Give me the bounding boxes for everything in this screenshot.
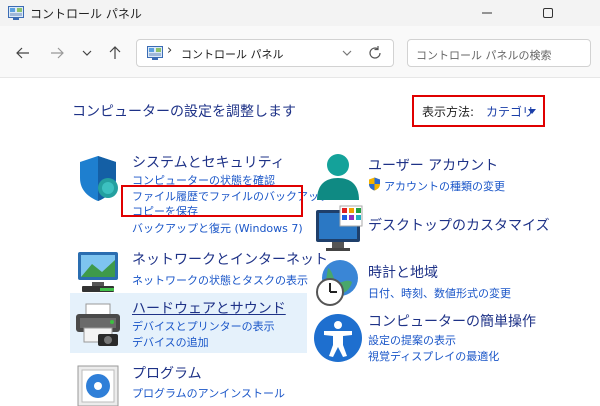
maximize-button[interactable] <box>525 0 571 26</box>
dropdown-caret-icon[interactable] <box>528 109 536 114</box>
navigation-bar: › コントロール パネル コントロール パネルの検索 <box>0 26 600 78</box>
address-bar[interactable]: › コントロール パネル <box>136 39 394 67</box>
chevron-down-icon[interactable] <box>341 47 353 59</box>
control-panel-icon <box>147 46 163 60</box>
programs-title[interactable]: プログラム <box>132 363 202 383</box>
user-accounts-icon[interactable] <box>312 150 364 202</box>
highlight-box <box>121 185 303 217</box>
uninstall-program-link[interactable]: プログラムのアンインストール <box>132 385 285 401</box>
user-accounts-title[interactable]: ユーザー アカウント <box>368 155 498 175</box>
view-by-dropdown[interactable]: カテゴリ <box>486 103 534 120</box>
network-status-link[interactable]: ネットワークの状態とタスクの表示 <box>132 272 308 288</box>
chevron-down-icon <box>82 50 92 56</box>
uac-shield-icon <box>369 177 380 191</box>
add-device-link[interactable]: デバイスの追加 <box>132 334 209 350</box>
arrow-up-icon <box>109 46 121 59</box>
clock-region-icon[interactable] <box>312 256 364 308</box>
control-panel-icon <box>8 6 24 20</box>
clock-region-title[interactable]: 時計と地域 <box>368 262 438 282</box>
change-account-type-link[interactable]: アカウントの種類の変更 <box>384 178 505 194</box>
suggested-settings-link[interactable]: 設定の提案の表示 <box>368 332 456 348</box>
search-input[interactable]: コントロール パネルの検索 <box>407 39 591 67</box>
view-by-control: 表示方法: カテゴリ <box>412 95 545 127</box>
desktop-customize-icon[interactable] <box>312 204 364 256</box>
up-button[interactable] <box>104 42 126 64</box>
forward-button[interactable] <box>46 42 68 64</box>
search-placeholder: コントロール パネルの検索 <box>416 49 552 62</box>
change-date-time-link[interactable]: 日付、時刻、数値形式の変更 <box>368 285 511 301</box>
printer-icon[interactable] <box>72 298 124 350</box>
breadcrumb-control-panel[interactable]: コントロール パネル <box>181 46 284 62</box>
arrow-left-icon <box>16 47 29 59</box>
backup-restore-link[interactable]: バックアップと復元 (Windows 7) <box>132 220 303 236</box>
programs-icon[interactable] <box>72 360 124 406</box>
recent-locations-button[interactable] <box>76 42 98 64</box>
network-internet-title[interactable]: ネットワークとインターネット <box>132 249 328 269</box>
window-title: コントロール パネル <box>30 7 142 21</box>
breadcrumb-separator-icon[interactable]: › <box>167 43 172 58</box>
network-icon[interactable] <box>72 246 124 298</box>
page-title: コンピューターの設定を調整します <box>72 104 296 120</box>
minimize-icon <box>482 12 492 14</box>
system-security-title[interactable]: システムとセキュリティ <box>132 152 285 172</box>
ease-of-access-icon[interactable] <box>312 312 364 364</box>
ease-of-access-title[interactable]: コンピューターの簡単操作 <box>368 311 536 331</box>
minimize-button[interactable] <box>464 0 510 26</box>
refresh-icon[interactable] <box>367 45 383 61</box>
view-by-label: 表示方法: <box>422 105 475 119</box>
shield-icon[interactable] <box>72 152 124 204</box>
devices-printers-link[interactable]: デバイスとプリンターの表示 <box>132 318 275 334</box>
title-bar: コントロール パネル <box>0 0 600 26</box>
hardware-sound-title[interactable]: ハードウェアとサウンド <box>132 298 286 318</box>
back-button[interactable] <box>12 42 34 64</box>
maximize-icon <box>543 8 553 18</box>
optimize-display-link[interactable]: 視覚ディスプレイの最適化 <box>368 348 499 364</box>
desktop-customize-title[interactable]: デスクトップのカスタマイズ <box>368 215 550 235</box>
arrow-right-icon <box>51 47 64 59</box>
